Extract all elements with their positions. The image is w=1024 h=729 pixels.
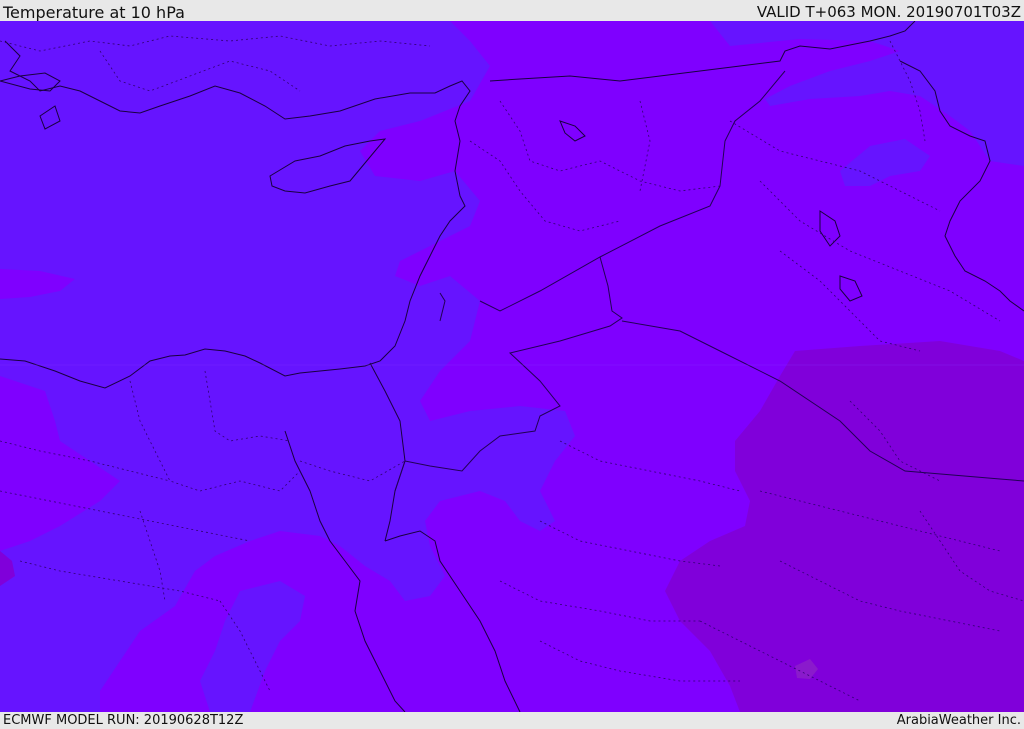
- model-run-label: ECMWF MODEL RUN: 20190628T12Z: [3, 713, 244, 728]
- weather-map[interactable]: [0, 21, 1024, 712]
- credit-label: ArabiaWeather Inc.: [896, 713, 1021, 728]
- header-bar: Temperature at 10 hPa VALID T+063 MON. 2…: [0, 0, 1024, 21]
- map-title: Temperature at 10 hPa: [3, 3, 185, 22]
- valid-time: VALID T+063 MON. 20190701T03Z: [756, 3, 1021, 21]
- footer-bar: ECMWF MODEL RUN: 20190628T12Z ArabiaWeat…: [0, 712, 1024, 729]
